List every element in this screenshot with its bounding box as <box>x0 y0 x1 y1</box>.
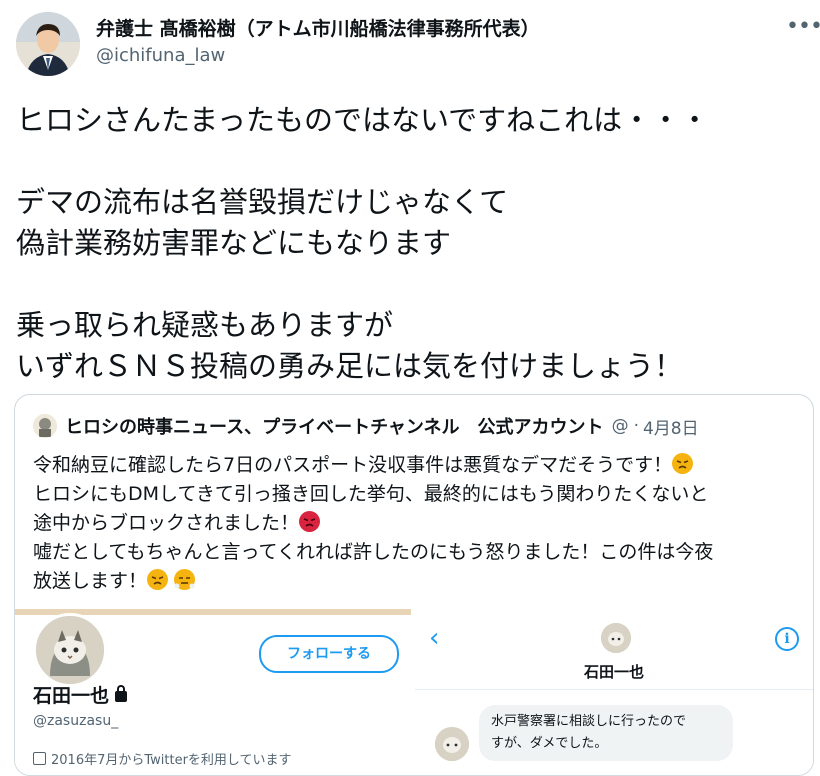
profile-joined: 2016年7月からTwitterを利用しています <box>33 749 292 768</box>
back-chevron-icon: ‹ <box>429 623 440 653</box>
dm-avatar <box>601 623 631 653</box>
pouting-face-icon <box>299 511 321 532</box>
quoted-line-1: 令和納豆に確認したら7日のパスポート没収事件は悪質なデマだそうです！ <box>33 454 673 476</box>
quoted-line-2: ヒロシにもDMしてきて引っ掻き回した挙句、最終的にはもう関わりたくないと <box>33 483 709 505</box>
quoted-author-handle[interactable]: @ <box>612 416 630 436</box>
quoted-line-5: 放送します！ <box>33 570 148 592</box>
author-avatar[interactable] <box>16 12 80 76</box>
header-separator: · <box>633 416 639 436</box>
dm-message-bubble: 水戸警察署に相談しに行ったので すが、ダメでした。 <box>479 705 733 761</box>
angry-face-icon <box>147 569 169 590</box>
info-icon: i <box>775 627 799 651</box>
quoted-line-4: 嘘だとしてもちゃんと言ってくれれば許したのにもう怒りました！この件は今夜 <box>33 541 714 563</box>
quoted-line-3: 途中からブロックされました！ <box>33 512 300 534</box>
quoted-author-avatar[interactable] <box>33 414 57 438</box>
author-handle[interactable]: @ichifuna_law <box>96 45 225 66</box>
more-options-icon[interactable]: ••• <box>786 14 820 39</box>
attached-image-dm[interactable]: ‹ 石田一也 i 水戸警察署に相談しに行ったので すが、ダメでした。 <box>415 609 813 775</box>
angry-face-icon <box>672 453 694 474</box>
profile-avatar <box>33 613 107 687</box>
dm-contact-name: 石田一也 <box>583 663 644 681</box>
quoted-author-name[interactable]: ヒロシの時事ニュース、プライベートチャンネル 公式アカウント <box>65 413 604 439</box>
profile-name-text: 石田一也 <box>33 685 110 707</box>
quoted-tweet-header: ヒロシの時事ニュース、プライベートチャンネル 公式アカウント @ · 4月8日 <box>33 413 803 439</box>
profile-handle: @zasuzasu_ <box>33 713 119 729</box>
lock-icon <box>115 685 128 702</box>
calendar-icon <box>33 752 46 765</box>
dm-divider <box>415 689 813 690</box>
attached-image-profile[interactable]: フォローする 石田一也 @zasuzasu_ 2016年7月からTwitterを… <box>15 609 411 775</box>
steam-nose-face-icon <box>174 569 196 590</box>
dm-sender-avatar <box>435 727 469 761</box>
quoted-tweet-date[interactable]: 4月8日 <box>643 414 699 439</box>
follow-button[interactable]: フォローする <box>259 635 399 673</box>
profile-joined-text: 2016年7月からTwitterを利用しています <box>51 753 292 768</box>
profile-name: 石田一也 <box>33 681 128 708</box>
author-name[interactable]: 弁護士 髙橋裕樹（アトム市川船橋法律事務所代表） <box>96 14 540 41</box>
tweet-text: ヒロシさんたまったものではないですねこれは・・・ デマの流布は名誉毀損だけじゃな… <box>16 103 710 383</box>
quoted-tweet[interactable]: ヒロシの時事ニュース、プライベートチャンネル 公式アカウント @ · 4月8日 … <box>14 394 814 776</box>
quoted-tweet-text: 令和納豆に確認したら7日のパスポート没収事件は悪質なデマだそうです！ ヒロシにも… <box>33 451 803 596</box>
